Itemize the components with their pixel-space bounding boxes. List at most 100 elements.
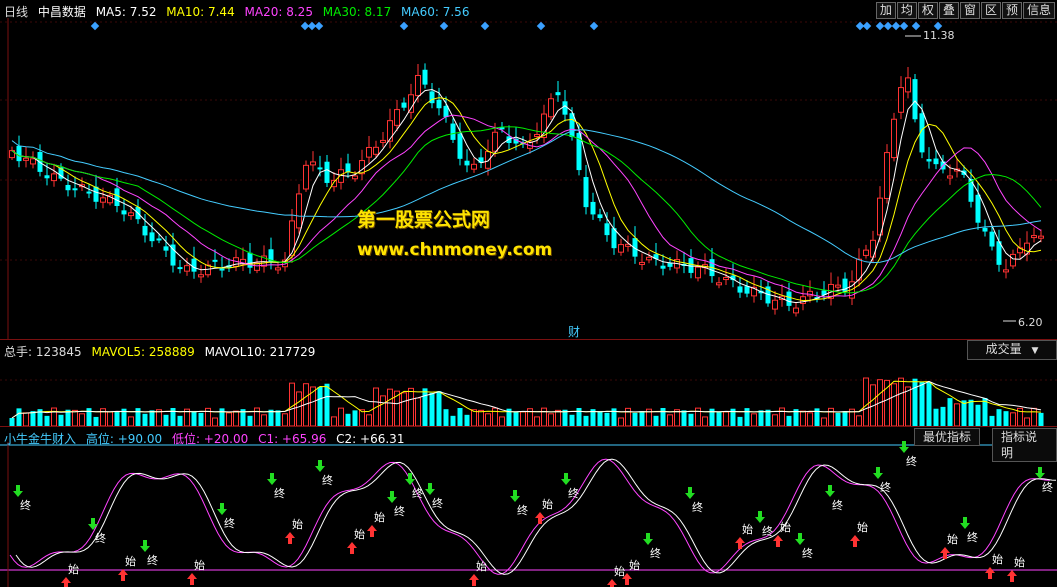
volume-bar-down [576, 408, 582, 426]
candle-up [884, 152, 890, 199]
low-price-label: 6.20 [1018, 316, 1043, 329]
candle-up [198, 274, 204, 278]
volume-bar-up [1024, 417, 1030, 426]
end-label: 终 [412, 486, 423, 500]
volume-bar-up [667, 414, 673, 426]
volume-bar-down [940, 406, 946, 426]
toolbar-range-button[interactable]: 区 [980, 2, 1001, 19]
candle-up [835, 284, 841, 288]
start-arrow-icon [367, 525, 377, 537]
end-arrow-icon [425, 483, 435, 495]
volume-bar-up [618, 417, 624, 426]
volume-bar-down [163, 414, 169, 426]
volume-bar-down [16, 408, 22, 426]
end-arrow-icon [13, 485, 23, 497]
kline-chart[interactable] [0, 0, 1057, 339]
toolbar-info-button[interactable]: 信息 [1022, 2, 1055, 19]
candle-down [744, 286, 750, 294]
volume-bar-down [149, 410, 155, 426]
volume-panel[interactable]: 总手: 123845 MAVOL5: 258889 MAVOL10: 21772… [0, 340, 1057, 427]
volume-bar-down [947, 398, 953, 426]
start-label: 始 [292, 517, 303, 531]
start-label: 始 [68, 562, 79, 576]
volume-legend: 总手: 123845 MAVOL5: 258889 MAVOL10: 21772… [4, 343, 321, 360]
candle-down [555, 92, 561, 96]
volume-bar-up [380, 395, 386, 426]
candle-up [296, 193, 302, 229]
volume-bar-up [261, 414, 267, 426]
volume-bar-up [282, 413, 288, 426]
end-arrow-icon [315, 460, 325, 472]
start-arrow-icon [469, 574, 479, 586]
indicator-chart[interactable]: 终始终始终始终终始终始始 终终终始终 始终始 始终终始终始终终始终终始 终始 始终 [0, 427, 1057, 587]
start-arrow-icon [607, 579, 617, 587]
candle-down [590, 201, 596, 215]
candle-up [905, 77, 911, 93]
volume-bar-up [828, 407, 834, 426]
toolbar-add-button[interactable]: 加 [875, 2, 896, 19]
candle-up [394, 109, 400, 126]
toolbar-overlay-button[interactable]: 叠 [938, 2, 959, 19]
end-arrow-icon [899, 441, 909, 453]
toolbar-average-button[interactable]: 均 [896, 2, 917, 19]
watermark-title: 第一股票公式网 [357, 209, 491, 231]
candle-up [772, 299, 778, 310]
volume-bar-down [919, 381, 925, 426]
period-label: 日线 [4, 5, 29, 19]
candle-up [793, 307, 799, 314]
candle-up [30, 158, 36, 165]
volume-bar-down [926, 381, 932, 426]
candle-down [429, 91, 435, 104]
volume-bar-up [807, 412, 813, 426]
volume-bar-down [30, 411, 36, 426]
signal-diamond [891, 21, 901, 31]
candle-down [436, 99, 442, 109]
indicator-panel[interactable]: 终始终始终始终终始终始始终终终始终始终始始终终始终始终终始终终始终始始终 小牛金… [0, 427, 1057, 587]
volume-bar-down [632, 412, 638, 426]
volume-bar-up [387, 388, 393, 426]
indicator-help-button[interactable]: 指标说明 [992, 428, 1057, 462]
volume-bar-down [58, 414, 64, 426]
candle-up [1003, 269, 1009, 273]
end-arrow-icon [510, 490, 520, 502]
volume-bar-down [135, 408, 141, 426]
candle-down [142, 225, 148, 236]
volume-select-button[interactable]: 成交量 ▼ [967, 340, 1057, 360]
kline-panel[interactable]: 日线 中昌数据 MA5: 7.52 MA10: 7.44 MA20: 8.25 … [0, 0, 1057, 340]
financial-marker[interactable]: 财 [568, 323, 580, 340]
end-label: 终 [95, 531, 106, 545]
candle-up [492, 131, 498, 152]
candle-down [219, 268, 225, 271]
toolbar-rights-button[interactable]: 权 [917, 2, 938, 19]
stock-name: 中昌数据 [37, 5, 86, 19]
volume-bar-up [954, 403, 960, 426]
volume-bar-up [499, 416, 505, 426]
volume-bar-up [331, 416, 337, 426]
volume-bar-up [23, 412, 29, 426]
signal-diamond [480, 21, 490, 31]
candle-down [660, 265, 666, 269]
volume-bar-down [933, 408, 939, 426]
toolbar-alert-button[interactable]: 预 [1001, 2, 1022, 19]
volume-bar-down [688, 413, 694, 426]
end-arrow-icon [795, 533, 805, 545]
volume-bar-down [1003, 411, 1009, 426]
volume-bar-down [436, 391, 442, 426]
end-label: 终 [762, 524, 773, 538]
volume-bar-down [345, 413, 351, 426]
candle-up [128, 212, 134, 217]
candle-down [562, 101, 568, 115]
volume-total: 总手: 123845 [4, 345, 82, 359]
end-label: 终 [832, 498, 843, 512]
candle-down [604, 223, 610, 236]
volume-bar-down [177, 415, 183, 426]
best-indicator-button[interactable]: 最优指标 [914, 428, 981, 446]
volume-bar-up [471, 409, 477, 426]
candle-up [23, 157, 29, 161]
start-label: 始 [1014, 555, 1025, 569]
volume-bar-up [548, 413, 554, 426]
candle-down [401, 102, 407, 108]
volume-bar-down [513, 411, 519, 426]
candle-up [352, 175, 358, 180]
toolbar-window-button[interactable]: 窗 [959, 2, 980, 19]
